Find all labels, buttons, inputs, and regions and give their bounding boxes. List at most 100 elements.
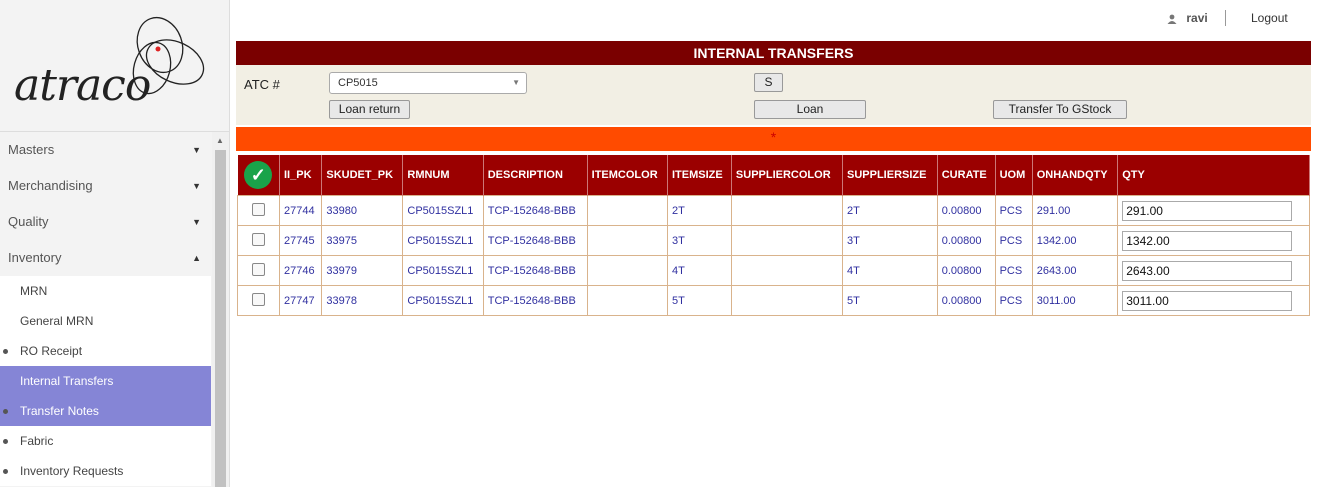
cell-itemcolor xyxy=(586,195,668,226)
cell-rmnum: CP5015SZL1 xyxy=(402,285,484,316)
cell-suppliersize: 3T xyxy=(842,225,938,256)
sidebar-item-label: Inventory Requests xyxy=(20,464,124,478)
column-header[interactable]: RMNUM xyxy=(402,155,484,196)
loan-return-button[interactable]: Loan return xyxy=(329,100,410,119)
cell-ii-pk: 27744 xyxy=(278,195,323,226)
table-row: 27747 33978 CP5015SZL1 TCP-152648-BBB 5T… xyxy=(237,285,1310,316)
cell-onhandqty: 291.00 xyxy=(1031,195,1119,226)
filter-form: ATC # CP5015 ▼ S Loan return Loan Transf… xyxy=(236,65,1311,125)
logo-area: atraco xyxy=(0,0,229,132)
row-checkbox-cell xyxy=(237,255,280,286)
bullet-icon xyxy=(3,439,8,444)
s-button[interactable]: S xyxy=(754,73,783,92)
menu-masters[interactable]: Masters ▼ xyxy=(0,132,211,168)
atc-select[interactable]: CP5015 ▼ xyxy=(329,72,527,94)
check-all-icon[interactable]: ✓ xyxy=(244,161,273,189)
column-header[interactable]: ITEMSIZE xyxy=(667,155,732,196)
sidebar-item-mrn[interactable]: MRN xyxy=(0,276,211,306)
cell-ii-pk: 27746 xyxy=(278,255,323,286)
sidebar-item-label: MRN xyxy=(20,284,48,298)
cell-suppliercolor xyxy=(730,255,844,286)
cell-itemsize: 5T xyxy=(666,285,732,316)
sidebar-item-internal-transfers[interactable]: Internal Transfers xyxy=(0,366,211,396)
menu-merchandising[interactable]: Merchandising ▼ xyxy=(0,168,211,204)
sidebar-item-label: Internal Transfers xyxy=(20,374,114,388)
cell-suppliersize: 2T xyxy=(842,195,938,226)
row-checkbox[interactable] xyxy=(252,292,265,306)
cell-rmnum: CP5015SZL1 xyxy=(402,195,484,226)
qty-input[interactable] xyxy=(1122,200,1293,221)
cell-qty xyxy=(1117,285,1310,316)
row-checkbox[interactable] xyxy=(252,202,265,216)
sidebar-item-inventory-requests[interactable]: Inventory Requests xyxy=(0,456,211,486)
atc-label: ATC # xyxy=(244,77,280,92)
atc-select-value: CP5015 xyxy=(338,77,378,89)
logout-link[interactable]: Logout xyxy=(1251,11,1288,25)
scrollbar-thumb[interactable] xyxy=(215,150,226,487)
sidebar-item-general-mrn[interactable]: General MRN xyxy=(0,306,211,336)
qty-input[interactable] xyxy=(1122,230,1293,251)
column-header[interactable]: ITEMCOLOR xyxy=(587,155,668,196)
cell-rmnum: CP5015SZL1 xyxy=(402,225,484,256)
menu-label: Masters xyxy=(8,142,55,157)
sidebar-item-ro-receipt[interactable]: RO Receipt xyxy=(0,336,211,366)
row-checkbox[interactable] xyxy=(252,232,265,246)
select-all-header[interactable]: ✓ xyxy=(237,155,280,196)
column-header[interactable]: SKUDET_PK xyxy=(321,155,404,196)
table-header-row: ✓ II_PK SKUDET_PK RMNUM DESCRIPTION ITEM… xyxy=(237,155,1310,196)
cell-qty xyxy=(1117,255,1310,286)
sidebar-scrollbar[interactable]: ▲ xyxy=(212,132,229,487)
sidebar-item-fabric[interactable]: Fabric xyxy=(0,426,211,456)
cell-skudet-pk: 33978 xyxy=(321,285,404,316)
table-row: 27746 33979 CP5015SZL1 TCP-152648-BBB 4T… xyxy=(237,255,1310,286)
cell-uom: PCS xyxy=(994,255,1033,286)
qty-input[interactable] xyxy=(1122,290,1293,311)
cell-itemcolor xyxy=(586,255,668,286)
column-header[interactable]: II_PK xyxy=(279,155,323,196)
divider xyxy=(1225,10,1226,26)
scroll-up-icon[interactable]: ▲ xyxy=(216,136,224,145)
sidebar-item-label: General MRN xyxy=(20,314,94,328)
column-header[interactable]: ONHANDQTY xyxy=(1032,155,1119,196)
cell-onhandqty: 2643.00 xyxy=(1031,255,1119,286)
required-marker: * xyxy=(770,129,777,145)
menu-quality[interactable]: Quality ▼ xyxy=(0,204,211,240)
page-title: INTERNAL TRANSFERS xyxy=(236,41,1311,65)
cell-itemcolor xyxy=(586,285,668,316)
loan-button[interactable]: Loan xyxy=(754,100,866,119)
column-header[interactable]: DESCRIPTION xyxy=(483,155,588,196)
row-checkbox[interactable] xyxy=(252,262,265,276)
cell-uom: PCS xyxy=(994,195,1033,226)
cell-suppliercolor xyxy=(730,225,844,256)
column-header[interactable]: QTY xyxy=(1117,155,1310,196)
table-row: 27745 33975 CP5015SZL1 TCP-152648-BBB 3T… xyxy=(237,225,1310,256)
user-menu[interactable]: ravi xyxy=(1167,11,1208,25)
cell-curate: 0.00800 xyxy=(936,255,996,286)
menu-label: Quality xyxy=(8,214,49,229)
user-icon xyxy=(1167,14,1177,24)
menu-inventory[interactable]: Inventory ▲ xyxy=(0,240,211,276)
cell-suppliersize: 5T xyxy=(842,285,938,316)
column-header[interactable]: SUPPLIERSIZE xyxy=(842,155,938,196)
column-header[interactable]: UOM xyxy=(995,155,1033,196)
cell-itemsize: 2T xyxy=(666,195,732,226)
cell-skudet-pk: 33975 xyxy=(321,225,404,256)
column-header[interactable]: CURATE xyxy=(937,155,996,196)
cell-skudet-pk: 33980 xyxy=(321,195,404,226)
menu-label: Merchandising xyxy=(8,178,93,193)
cell-qty xyxy=(1117,195,1310,226)
column-header[interactable]: SUPPLIERCOLOR xyxy=(731,155,844,196)
brand-logo[interactable]: atraco xyxy=(14,60,151,111)
chevron-down-icon: ▼ xyxy=(512,78,520,87)
error-bar: * xyxy=(236,127,1311,151)
cell-rmnum: CP5015SZL1 xyxy=(402,255,484,286)
cell-suppliersize: 4T xyxy=(842,255,938,286)
cell-description: TCP-152648-BBB xyxy=(482,255,588,286)
cell-onhandqty: 3011.00 xyxy=(1031,285,1119,316)
cell-description: TCP-152648-BBB xyxy=(482,195,588,226)
cell-curate: 0.00800 xyxy=(936,195,996,226)
transfer-to-gstock-button[interactable]: Transfer To GStock xyxy=(993,100,1127,119)
sidebar-item-transfer-notes[interactable]: Transfer Notes xyxy=(0,396,211,426)
qty-input[interactable] xyxy=(1122,260,1293,281)
sidebar-item-label: RO Receipt xyxy=(20,344,83,358)
